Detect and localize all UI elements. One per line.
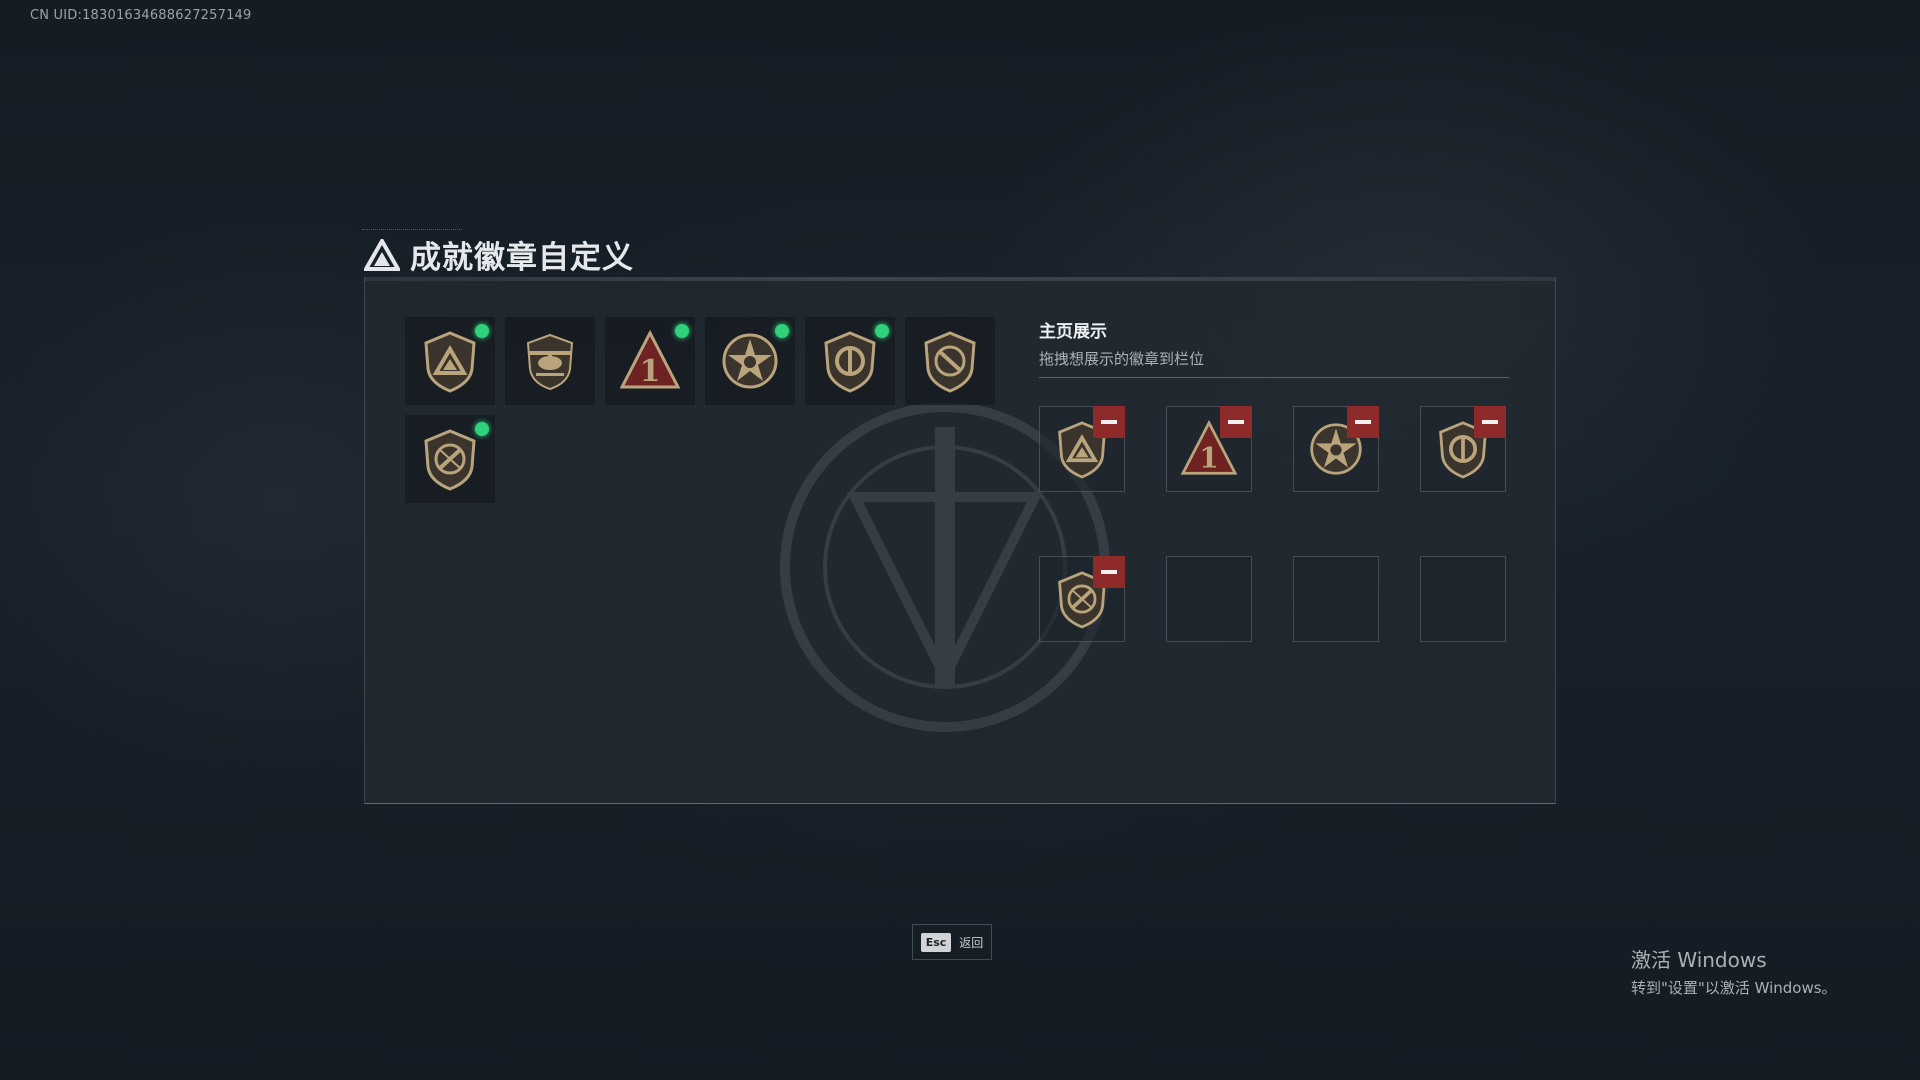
minus-icon [1482, 420, 1498, 424]
badge-item[interactable] [705, 317, 795, 405]
badge-item[interactable]: 1 [605, 317, 695, 405]
showcase-slot-empty[interactable] [1293, 556, 1379, 642]
showcase-slot-empty[interactable] [1420, 556, 1506, 642]
helicopter-badge-icon [526, 333, 574, 391]
showcase-header: 主页展示 拖拽想展示的徽章到栏位 [1039, 317, 1509, 378]
new-indicator-dot [775, 324, 789, 338]
showcase-slot-empty[interactable] [1166, 556, 1252, 642]
showcase-title: 主页展示 [1039, 322, 1107, 342]
showcase-slots: 1 [1039, 406, 1506, 642]
shield-triangle-badge-icon [424, 331, 476, 393]
badge-panel: 1 主页展示 拖拽想展示的徽章到栏位 1 [364, 277, 1556, 804]
minus-icon [1101, 420, 1117, 424]
showcase-slot-filled[interactable] [1039, 556, 1125, 642]
badge-item[interactable] [805, 317, 895, 405]
rank-one-badge-icon: 1 [620, 329, 680, 389]
new-indicator-dot [475, 422, 489, 436]
remove-badge-button[interactable] [1093, 556, 1125, 588]
remove-badge-button[interactable] [1093, 406, 1125, 438]
esc-key-icon: Esc [920, 932, 952, 952]
remove-badge-button[interactable] [1474, 406, 1506, 438]
showcase-subtitle: 拖拽想展示的徽章到栏位 [1039, 350, 1205, 368]
star-badge-icon [722, 333, 778, 389]
divider [1039, 377, 1509, 378]
minus-icon [1355, 420, 1371, 424]
remove-badge-button[interactable] [1220, 406, 1252, 438]
showcase-slot-filled[interactable]: 1 [1166, 406, 1252, 492]
showcase-slot-filled[interactable] [1039, 406, 1125, 492]
minus-icon [1228, 420, 1244, 424]
badge-item[interactable] [405, 317, 495, 405]
crossed-shield-badge-icon [424, 429, 476, 491]
showcase-slot-filled[interactable] [1293, 406, 1379, 492]
emblem-shield-badge-icon [824, 331, 876, 393]
uid-label: CN UID:18301634688627257149 [30, 8, 252, 23]
minus-icon [1101, 570, 1117, 574]
badge-inventory-grid: 1 [405, 317, 995, 503]
badge-item[interactable] [905, 317, 995, 405]
badge-item[interactable] [505, 317, 595, 405]
activation-hint: 转到"设置"以激活 Windows。 [1631, 979, 1837, 997]
page-title: 成就徽章自定义 [410, 240, 634, 276]
svg-text:1: 1 [640, 354, 661, 389]
activation-title: 激活 Windows [1631, 948, 1767, 972]
triangle-logo-icon [364, 238, 400, 271]
showcase-slot-filled[interactable] [1420, 406, 1506, 492]
badge-item[interactable] [405, 415, 495, 503]
back-button[interactable]: Esc 返回 [912, 924, 992, 960]
new-indicator-dot [875, 324, 889, 338]
page-header: 成就徽章自定义 [364, 232, 634, 277]
no-sniper-badge-icon [924, 331, 976, 393]
svg-text:1: 1 [1199, 442, 1218, 475]
back-label: 返回 [959, 935, 984, 950]
new-indicator-dot [475, 324, 489, 338]
new-indicator-dot [675, 324, 689, 338]
remove-badge-button[interactable] [1347, 406, 1379, 438]
windows-activation-watermark: 激活 Windows 转到"设置"以激活 Windows。 [1631, 944, 1837, 998]
